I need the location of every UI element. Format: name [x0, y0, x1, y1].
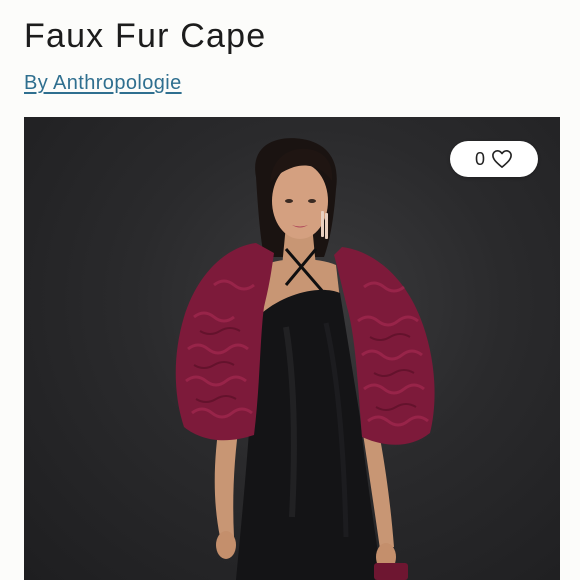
product-photo[interactable] — [24, 117, 560, 580]
like-count: 0 — [474, 149, 485, 169]
product-title: Faux Fur Cape — [24, 17, 267, 55]
brand-link[interactable]: By Anthropologie — [24, 69, 182, 97]
heart-icon — [491, 149, 513, 169]
like-button[interactable]: 0 — [450, 141, 538, 177]
model-illustration — [175, 138, 435, 580]
product-page: Faux Fur Cape By Anthropologie 0 — [0, 0, 580, 580]
